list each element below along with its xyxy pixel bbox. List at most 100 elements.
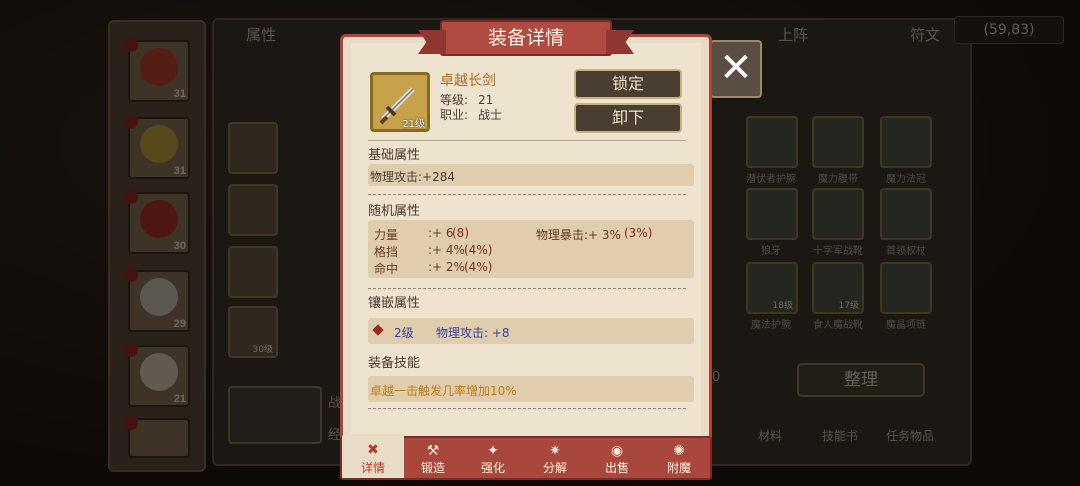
item-class-value: 战士	[478, 108, 503, 122]
inventory-item-level: 17级	[838, 301, 859, 311]
equipment-detail-modal: 装备详情 21级 卓越长剑 等级: 21 职业: 战士 锁定 卸下 基础属性 物理攻…	[340, 20, 712, 480]
inventory-item[interactable]	[880, 188, 932, 240]
tab-label: 附魔	[666, 461, 691, 475]
divider	[368, 408, 686, 409]
hero-slot[interactable]	[124, 416, 190, 458]
inventory-label: 首领权杖	[886, 246, 926, 257]
close-button[interactable]: ✕	[710, 40, 762, 98]
tab-enhance[interactable]: ✦ 强化	[462, 438, 524, 480]
divider	[368, 288, 686, 289]
hero-level: 21	[173, 393, 186, 405]
hero-slot[interactable]: 31	[124, 115, 190, 179]
hero-slot[interactable]: 21	[124, 343, 190, 407]
item-icon[interactable]: 21级	[370, 72, 430, 132]
hero-badge	[124, 416, 138, 430]
tab-label: 强化	[480, 461, 505, 475]
inventory-item-level: 18级	[772, 301, 793, 311]
hero-slot[interactable]: 30	[124, 190, 190, 254]
tab-forge[interactable]: ⚒ 锻造	[402, 438, 464, 480]
hero-badge	[124, 343, 138, 357]
divider	[368, 140, 686, 141]
stat-value: :+ 6	[428, 226, 454, 240]
hero-badge	[124, 268, 138, 282]
equip-slot[interactable]: 30级	[228, 306, 278, 358]
equip-slot-level: 30级	[252, 345, 273, 355]
inventory-label: 狼牙	[761, 246, 781, 257]
inventory-item[interactable]	[812, 116, 864, 168]
equip-slot[interactable]	[228, 246, 278, 298]
inventory-item[interactable]	[880, 116, 932, 168]
detail-icon: ✖	[367, 442, 379, 458]
equipment-skill-title: 装备技能	[368, 356, 421, 371]
tab-sell[interactable]: ◉ 出售	[586, 438, 648, 480]
tab-skill-books[interactable]: 技能书	[810, 427, 870, 444]
inlay-attributes-row: 2级 物理攻击: +8	[368, 318, 694, 344]
equip-slot[interactable]	[228, 184, 278, 236]
stat-value: :+ 4%	[428, 243, 465, 257]
tab-label: 锻造	[420, 461, 445, 475]
item-class-row: 职业: 战士	[440, 106, 502, 123]
decompose-icon: ✷	[549, 443, 561, 459]
inventory-item[interactable]	[746, 188, 798, 240]
inventory-label: 食人魔战靴	[813, 320, 863, 331]
random-attributes-title: 随机属性	[368, 204, 421, 219]
gem-stat: 物理攻击: +8	[436, 326, 510, 340]
inventory-label: 魔力腰带	[818, 174, 858, 185]
item-level-label: 等级:	[440, 93, 469, 107]
tab-decompose[interactable]: ✷ 分解	[524, 438, 586, 480]
enchant-icon: ✺	[673, 443, 685, 459]
inlay-attributes-title: 镶嵌属性	[368, 296, 421, 311]
hero-badge	[124, 190, 138, 204]
tab-label: 出售	[604, 461, 629, 475]
forge-icon: ⚒	[426, 443, 440, 459]
crit-stat: 物理暴击:+ 3%	[536, 228, 621, 242]
inventory-item[interactable]	[746, 116, 798, 168]
skill-description: 卓越一击触发几率增加10%	[370, 384, 517, 398]
hero-level: 31	[173, 165, 186, 177]
divider	[368, 194, 686, 195]
tab-enchant[interactable]: ✺ 附魔	[648, 438, 710, 480]
crit-max: (3%)	[624, 226, 653, 240]
inventory-label: 魔力法冠	[886, 174, 926, 185]
hero-badge	[124, 38, 138, 52]
tab-label: 分解	[542, 461, 567, 475]
tab-quest-items[interactable]: 任务物品	[880, 427, 940, 444]
tab-deploy[interactable]: 上阵	[778, 24, 808, 45]
hero-portrait	[140, 353, 178, 391]
stat-max: (8)	[452, 226, 469, 240]
hero-level: 30	[173, 240, 186, 252]
count-label: 0	[712, 370, 721, 385]
stat-max: (4%)	[464, 243, 493, 257]
hero-list: 31 31 30 29 21	[108, 20, 206, 472]
base-stat: 物理攻击:+284	[370, 170, 456, 184]
item-name: 卓越长剑	[440, 73, 496, 89]
inventory-item[interactable]	[880, 262, 932, 314]
tab-detail[interactable]: ✖ 详情	[342, 434, 404, 478]
pet-slot[interactable]	[228, 386, 322, 444]
base-attributes-title: 基础属性	[368, 148, 421, 163]
base-attributes-row: 物理攻击:+284	[368, 164, 694, 186]
inventory-item[interactable]: 18级	[746, 262, 798, 314]
inventory-item[interactable]: 17级	[812, 262, 864, 314]
equipment-skill-row: 卓越一击触发几率增加10%	[368, 376, 694, 402]
item-class-label: 职业:	[440, 108, 469, 122]
tab-runes[interactable]: 符文	[910, 24, 940, 45]
hero-portrait	[140, 200, 178, 238]
hero-slot[interactable]: 31	[124, 38, 190, 102]
tidy-button[interactable]: 整理	[797, 363, 925, 397]
enhance-icon: ✦	[487, 443, 499, 459]
hero-portrait	[140, 125, 178, 163]
inventory-item[interactable]	[812, 188, 864, 240]
hero-portrait	[140, 278, 178, 316]
inventory-label: 十字军战靴	[813, 246, 863, 257]
tab-materials[interactable]: 材料	[740, 427, 800, 444]
item-level-value: 21	[478, 93, 494, 107]
hero-level: 31	[173, 88, 186, 100]
hero-slot[interactable]: 29	[124, 268, 190, 332]
lock-button[interactable]: 锁定	[574, 69, 682, 99]
modal-title: 装备详情	[487, 27, 564, 49]
unequip-button[interactable]: 卸下	[574, 103, 682, 133]
tab-attributes[interactable]: 属性	[246, 24, 276, 45]
item-level-badge: 21级	[402, 119, 425, 130]
equip-slot[interactable]	[228, 122, 278, 174]
